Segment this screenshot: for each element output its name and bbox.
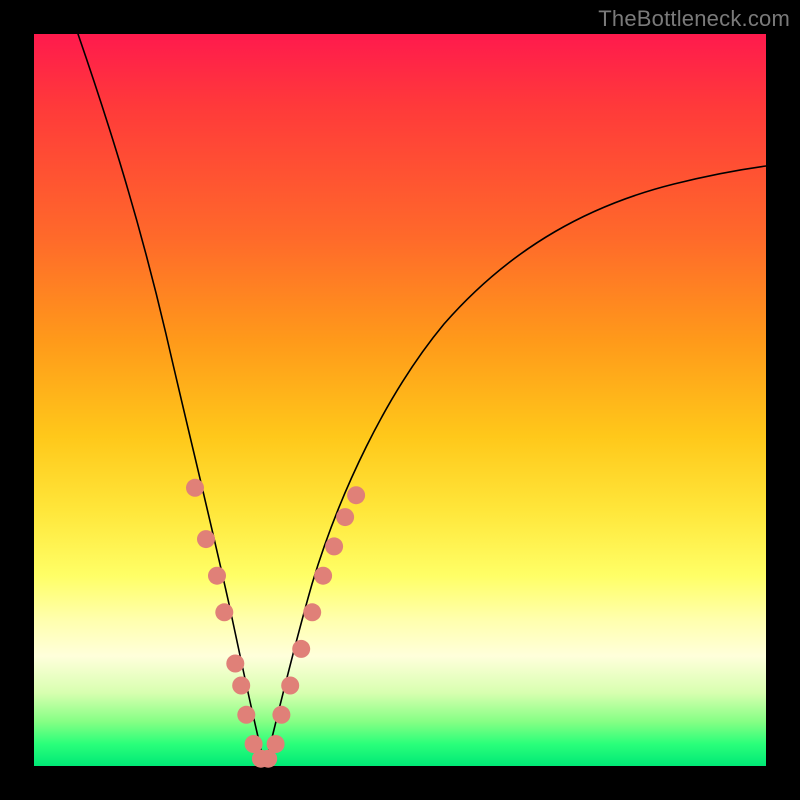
marker-dot — [237, 706, 255, 724]
marker-dot — [215, 603, 233, 621]
watermark-text: TheBottleneck.com — [598, 6, 790, 32]
marker-dot — [208, 567, 226, 585]
chart-svg — [34, 34, 766, 766]
marker-dot — [186, 479, 204, 497]
marker-dot — [272, 706, 290, 724]
marker-dot — [226, 655, 244, 673]
marker-dot — [281, 677, 299, 695]
marker-dot — [325, 537, 343, 555]
marker-dot — [303, 603, 321, 621]
curve-right-arm — [265, 166, 766, 766]
marker-dot — [267, 735, 285, 753]
marker-dot — [336, 508, 354, 526]
marker-dot — [197, 530, 215, 548]
marker-dot — [232, 677, 250, 695]
marker-dot — [314, 567, 332, 585]
plot-area — [34, 34, 766, 766]
marker-dot — [347, 486, 365, 504]
chart-frame: TheBottleneck.com — [0, 0, 800, 800]
marker-dot — [292, 640, 310, 658]
